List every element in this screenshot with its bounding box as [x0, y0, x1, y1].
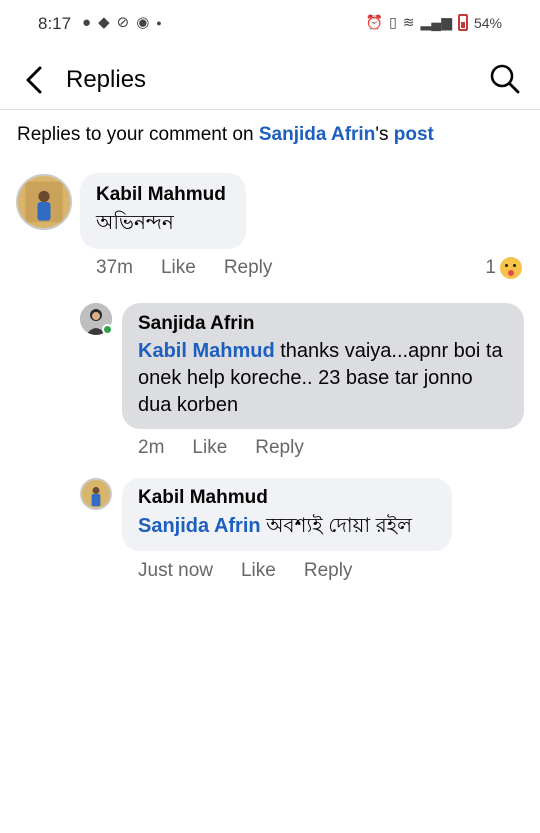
comment-bubble[interactable]: Sanjida Afrin Kabil Mahmud thanks vaiya.… — [122, 303, 524, 429]
back-button[interactable] — [18, 62, 52, 98]
context-prefix: Replies to your comment on — [17, 124, 259, 145]
context-possessive: 's — [375, 124, 394, 145]
like-button[interactable]: Like — [192, 437, 227, 459]
battery-percent: 54% — [473, 14, 502, 31]
media-icon: ⊘ — [116, 14, 130, 31]
comment-time: Just now — [138, 560, 213, 581]
comment-author[interactable]: Sanjida Afrin — [138, 313, 508, 335]
like-button[interactable]: Like — [161, 257, 196, 279]
replies-context: Replies to your comment on Sanjida Afrin… — [17, 124, 434, 146]
search-icon — [490, 64, 520, 94]
post-link[interactable]: post — [394, 124, 434, 145]
wifi-icon: ≋ — [402, 14, 415, 30]
profile-photo — [82, 480, 110, 508]
messenger-icon: ● — [82, 14, 92, 31]
comment-bubble[interactable]: Kabil Mahmud Sanjida Afrin অবশ্যই দোয়া … — [122, 478, 452, 551]
comment-time: 2m — [138, 437, 165, 458]
profile-photo — [18, 176, 70, 228]
page-title: Replies — [66, 66, 147, 93]
top-bar: Replies — [0, 50, 540, 110]
mention-link[interactable]: Sanjida Afrin — [138, 515, 261, 537]
avatar-kabil[interactable] — [80, 478, 112, 510]
avatar-kabil[interactable] — [16, 174, 72, 230]
comment-text: Kabil Mahmud thanks vaiya...apnr boi ta … — [138, 338, 508, 419]
comment-author[interactable]: Kabil Mahmud — [96, 184, 230, 206]
status-bar: 8:17 ● ◆ ⊘ ◉ ● ⏰ ▯ ≋ ▂▄▆ 54% — [0, 0, 540, 50]
status-time: 8:17 — [38, 14, 72, 33]
reply-button[interactable]: Reply — [255, 437, 304, 459]
care-reaction-icon — [500, 257, 522, 279]
comment-actions: 2m Like Reply — [138, 437, 304, 459]
app-icon: ◉ — [136, 14, 150, 31]
search-button[interactable] — [488, 62, 522, 96]
comment-author[interactable]: Kabil Mahmud — [138, 487, 436, 509]
comment-body: অবশ্যই দোয়া রইল — [260, 515, 413, 537]
mention-link[interactable]: Kabil Mahmud — [138, 340, 275, 362]
reply-button[interactable]: Reply — [224, 257, 273, 279]
signal-icon: ▂▄▆ — [420, 14, 452, 30]
online-status-indicator — [102, 324, 113, 335]
notification-icons: ● ◆ ⊘ ◉ ● — [82, 14, 162, 32]
dot-icon: ● — [156, 18, 162, 28]
like-button[interactable]: Like — [241, 560, 276, 582]
comment-text: Sanjida Afrin অবশ্যই দোয়া রইল — [138, 513, 436, 540]
chat-icon: ◆ — [98, 14, 110, 31]
comment-time: 37m — [96, 257, 133, 278]
comment-text: অভিনন্দন — [96, 212, 174, 234]
alarm-icon: ⏰ — [365, 14, 384, 30]
reaction-summary[interactable]: 1 — [485, 257, 522, 279]
vibrate-icon: ▯ — [389, 14, 397, 30]
battery-icon — [457, 14, 468, 31]
comment-bubble[interactable]: Kabil Mahmud অভিনন্দন — [80, 173, 246, 249]
chevron-left-icon — [26, 66, 42, 94]
reply-button[interactable]: Reply — [304, 560, 353, 582]
reaction-count: 1 — [485, 257, 496, 278]
comment-actions: 37m Like Reply — [96, 257, 272, 279]
comment-actions: Just now Like Reply — [138, 560, 352, 582]
post-owner-link[interactable]: Sanjida Afrin — [259, 124, 375, 145]
system-icons: ⏰ ▯ ≋ ▂▄▆ 54% — [366, 14, 502, 31]
